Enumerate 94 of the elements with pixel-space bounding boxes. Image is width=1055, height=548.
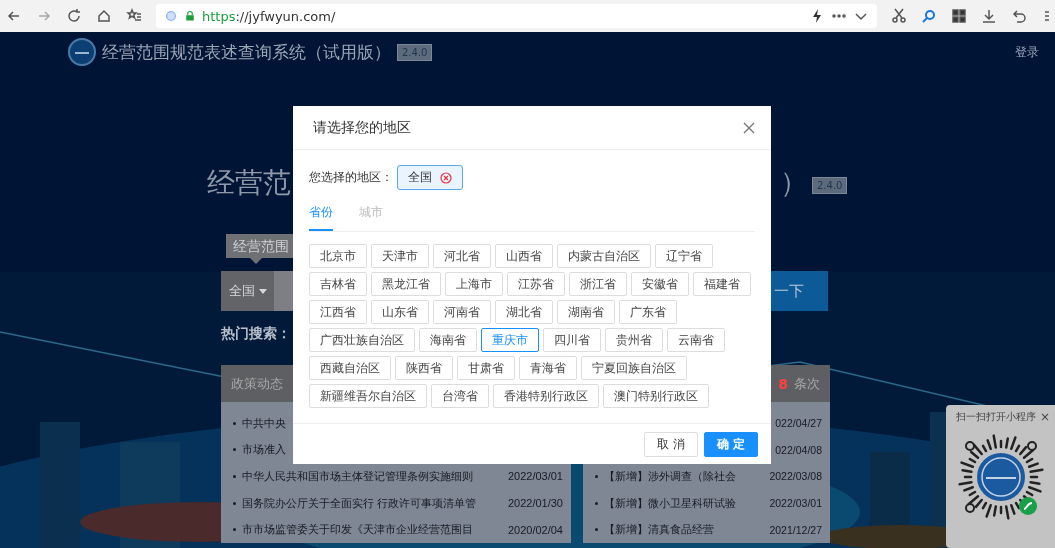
version-badge: 2.4.0 (812, 177, 848, 194)
pointer-icon (250, 258, 262, 264)
reload-icon[interactable] (66, 8, 82, 24)
news-date: 2022/01/30 (507, 497, 563, 510)
region-option[interactable]: 江苏省 (507, 272, 565, 296)
bullet-icon (595, 475, 598, 478)
cancel-button[interactable]: 取 消 (644, 431, 698, 457)
region-option[interactable]: 甘肃省 (457, 356, 515, 380)
close-button[interactable] (743, 121, 755, 134)
hot-search-label: 热门搜索： (221, 325, 291, 343)
region-option[interactable]: 宁夏回族自治区 (581, 356, 687, 380)
region-option[interactable]: 西藏自治区 (309, 356, 391, 380)
news-link[interactable]: 市场准入 (242, 442, 286, 458)
region-option[interactable]: 贵州省 (605, 328, 663, 352)
region-option[interactable]: 北京市 (309, 244, 367, 268)
region-option[interactable]: 海南省 (419, 328, 477, 352)
region-option[interactable]: 天津市 (371, 244, 429, 268)
news-link[interactable]: 市市场监管委关于印发《天津市企业经营范围目 (242, 522, 473, 538)
grid-icon[interactable] (951, 8, 967, 24)
qr-code-icon (955, 432, 1046, 522)
lock-icon (184, 10, 196, 22)
region-option[interactable]: 浙江省 (569, 272, 627, 296)
news-date: 022/04/27 (775, 417, 822, 430)
region-option[interactable]: 四川省 (543, 328, 601, 352)
bullet-icon (233, 528, 236, 532)
region-option[interactable]: 吉林省 (309, 272, 367, 296)
hero-title: ） (780, 165, 808, 201)
region-option[interactable]: 上海市 (445, 272, 503, 296)
address-bar[interactable]: https://jyfwyun.com/ (156, 4, 877, 28)
region-option[interactable]: 内蒙古自治区 (557, 244, 651, 268)
region-option[interactable]: 陕西省 (395, 356, 453, 380)
news-date: 2020/02/04 (507, 523, 563, 536)
bullet-icon (595, 528, 598, 532)
region-chip: 全国 (397, 165, 463, 190)
bullet-icon (233, 421, 236, 425)
region-option[interactable]: 湖南省 (557, 300, 615, 324)
region-option[interactable]: 山东省 (371, 300, 429, 324)
close-button[interactable]: × (1039, 410, 1050, 424)
dialog-title: 请选择您的地区 (313, 118, 411, 137)
region-option[interactable]: 广西壮族自治区 (309, 328, 415, 352)
news-date: 2022/03/01 (769, 497, 822, 510)
news-date: 2022/03/08 (769, 470, 822, 483)
caret-icon (258, 288, 267, 294)
news-tag: 【新增】 (604, 469, 648, 484)
news-date: 022/04/08 (775, 443, 822, 456)
site-title: 经营范围规范表述查询系统（试用版） (102, 40, 391, 64)
region-option[interactable]: 广东省 (619, 300, 677, 324)
region-option[interactable]: 河南省 (433, 300, 491, 324)
region-option[interactable]: 澳门特别行政区 (603, 384, 709, 408)
region-option[interactable]: 江西省 (309, 300, 367, 324)
news-link[interactable]: 国务院办公厅关于全面实行 行政许可事项清单管 (242, 495, 477, 511)
news-link[interactable]: 清真食品经营 (648, 522, 714, 538)
region-option[interactable]: 台湾省 (431, 384, 489, 408)
version-badge: 2.4.0 (397, 43, 433, 61)
bullet-icon (233, 448, 236, 452)
remove-icon[interactable] (440, 171, 452, 184)
region-option[interactable]: 福建省 (693, 272, 751, 296)
region-option[interactable]: 香港特别行政区 (493, 384, 599, 408)
undo-icon[interactable] (1011, 8, 1027, 24)
region-option[interactable]: 山西省 (495, 244, 553, 268)
scissors-icon[interactable] (891, 8, 907, 24)
news-link[interactable]: 涉外调查（除社会 (648, 469, 736, 484)
count-unit: 条次 (794, 374, 820, 393)
home-icon[interactable] (96, 8, 112, 24)
region-option[interactable]: 新疆维吾尔自治区 (309, 384, 427, 408)
region-dropdown[interactable]: 全国 (221, 271, 274, 311)
count-number: 8 (778, 375, 788, 392)
logo-icon (68, 38, 96, 66)
region-option[interactable]: 辽宁省 (655, 244, 713, 268)
bullet-icon (233, 501, 236, 505)
hero-title: 经营范 (207, 165, 291, 201)
favorites-icon[interactable] (126, 8, 142, 24)
news-link[interactable]: 中共中央 (242, 415, 286, 431)
news-date: 2021/12/27 (769, 523, 822, 536)
url-text: https://jyfwyun.com/ (202, 8, 336, 24)
region-option[interactable]: 安徽省 (631, 272, 689, 296)
region-option[interactable]: 河北省 (433, 244, 491, 268)
region-option[interactable]: 青海省 (519, 356, 577, 380)
news-link[interactable]: 微小卫星科研试验 (648, 495, 736, 511)
region-option[interactable]: 云南省 (667, 328, 725, 352)
search-icon[interactable] (921, 8, 937, 24)
login-link[interactable]: 登录 (1015, 43, 1039, 61)
popup-title: 扫一扫打开小程序 (956, 410, 1036, 424)
news-tag: 【新增】 (604, 495, 648, 511)
bullet-icon (595, 501, 598, 505)
panel-title: 政策动态 (231, 374, 283, 393)
news-link[interactable]: 中华人民共和国市场主体登记管理条例实施细则 (242, 469, 473, 484)
selected-region-label: 您选择的地区： (309, 169, 393, 186)
download-icon[interactable] (981, 8, 997, 24)
region-option[interactable]: 黑龙江省 (371, 272, 441, 296)
bullet-icon (233, 475, 236, 478)
news-date: 2022/03/01 (507, 470, 563, 483)
news-tag: 【新增】 (604, 522, 648, 538)
region-option[interactable]: 湖北省 (495, 300, 553, 324)
